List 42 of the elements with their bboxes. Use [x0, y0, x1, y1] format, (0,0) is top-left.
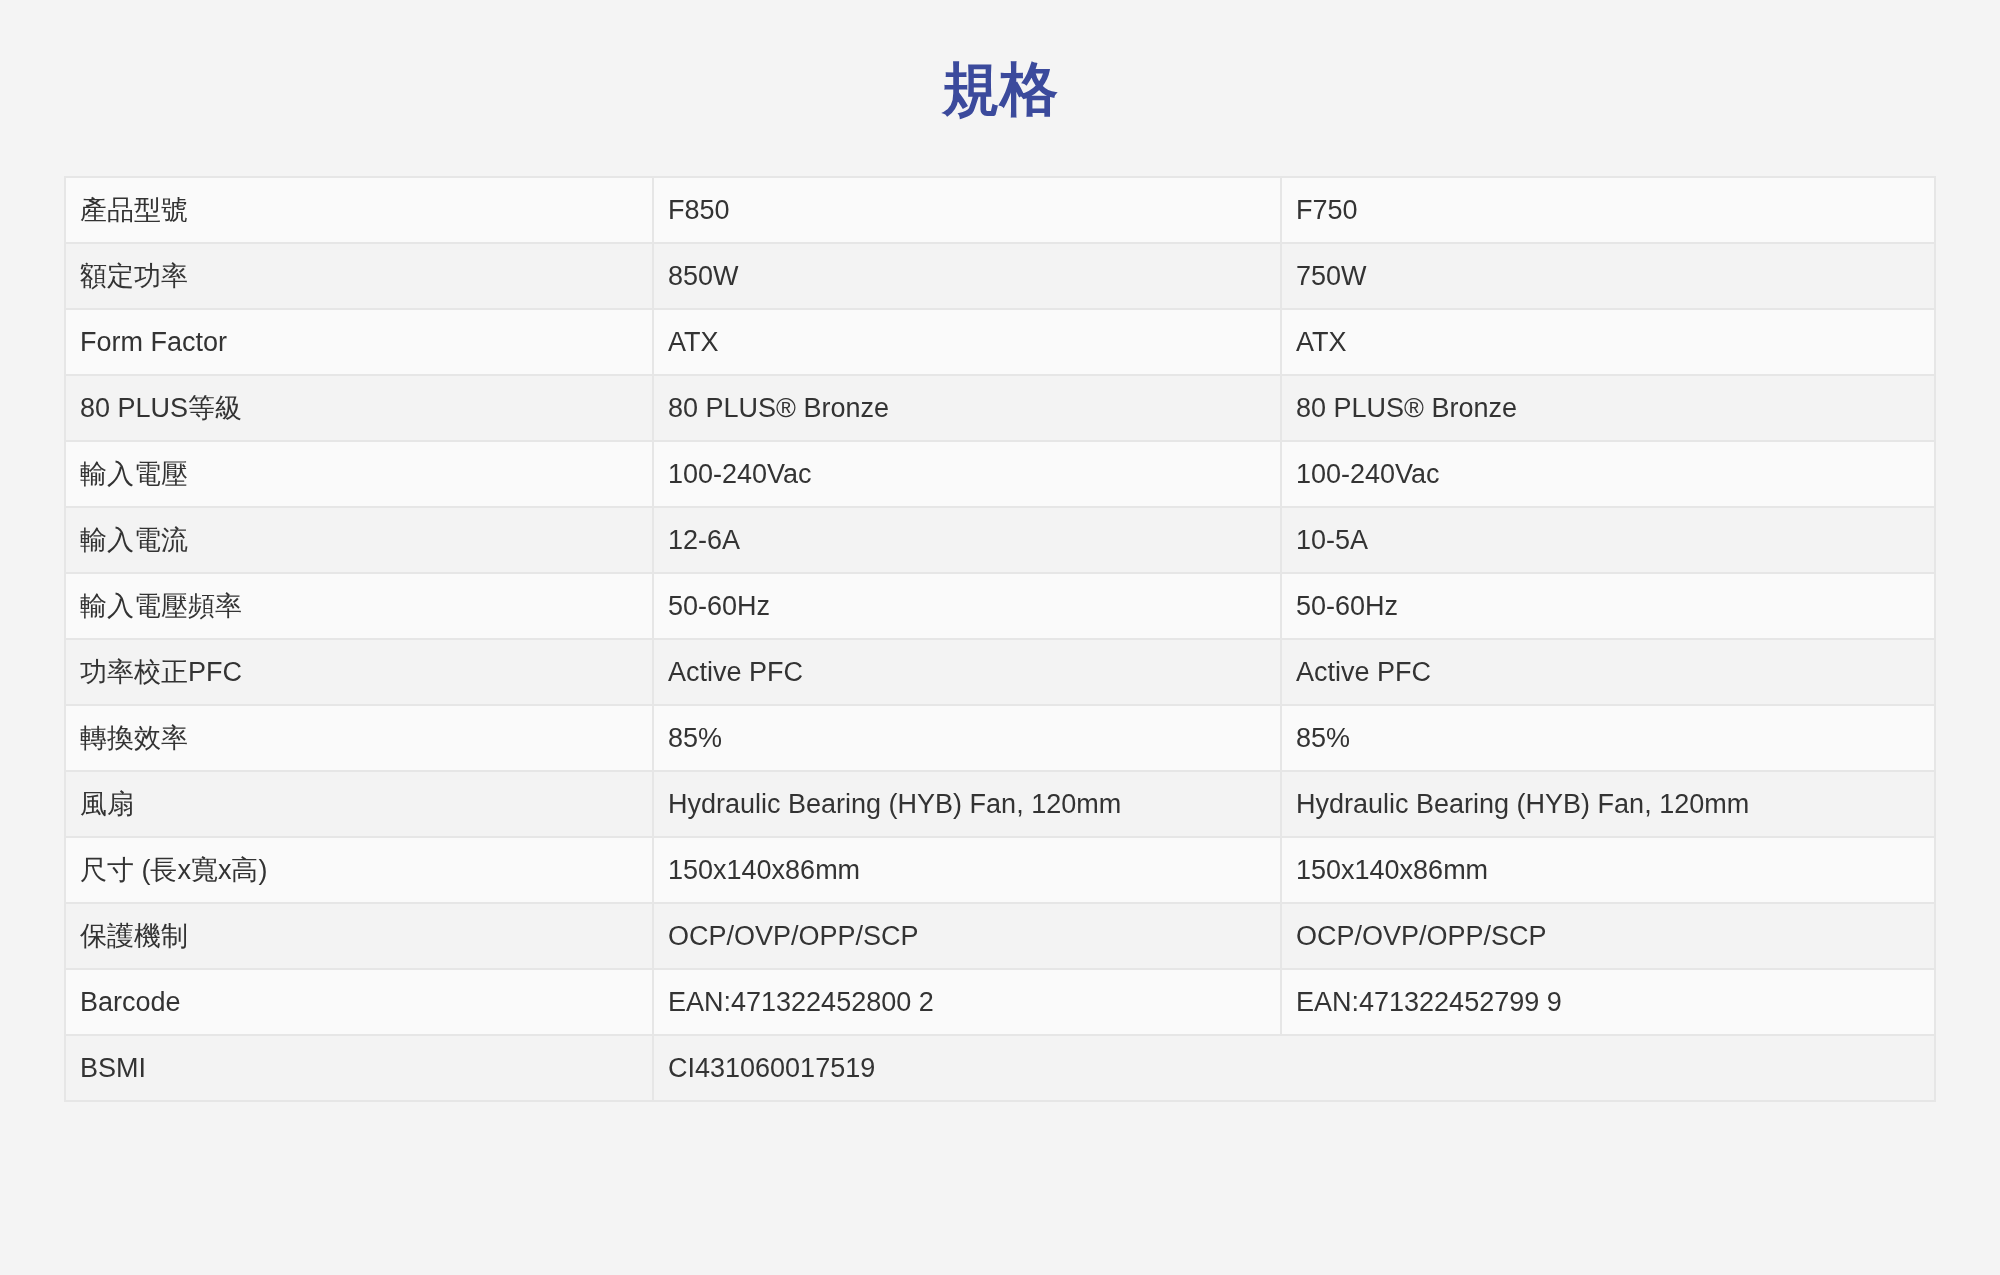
table-cell: 750W	[1281, 243, 1935, 309]
table-cell: Form Factor	[65, 309, 653, 375]
table-cell: 輸入電壓頻率	[65, 573, 653, 639]
table-cell: 850W	[653, 243, 1281, 309]
table-cell: 額定功率	[65, 243, 653, 309]
table-cell: Hydraulic Bearing (HYB) Fan, 120mm	[653, 771, 1281, 837]
table-cell: 50-60Hz	[653, 573, 1281, 639]
table-cell: 功率校正PFC	[65, 639, 653, 705]
section-title: 規格	[941, 54, 1059, 125]
table-cell: OCP/OVP/OPP/SCP	[1281, 903, 1935, 969]
table-cell: 85%	[653, 705, 1281, 771]
table-cell: 100-240Vac	[1281, 441, 1935, 507]
table-cell: 10-5A	[1281, 507, 1935, 573]
table-cell: 50-60Hz	[1281, 573, 1935, 639]
table-cell: OCP/OVP/OPP/SCP	[653, 903, 1281, 969]
table-cell: 轉換效率	[65, 705, 653, 771]
table-cell: 150x140x86mm	[653, 837, 1281, 903]
table-cell: Hydraulic Bearing (HYB) Fan, 120mm	[1281, 771, 1935, 837]
table-cell: 風扇	[65, 771, 653, 837]
table-cell: Active PFC	[1281, 639, 1935, 705]
table-cell: F850	[653, 177, 1281, 243]
table-cell: 尺寸 (長x寬x高)	[65, 837, 653, 903]
table-cell: F750	[1281, 177, 1935, 243]
table-cell: 80 PLUS® Bronze	[1281, 375, 1935, 441]
table-cell: Barcode	[65, 969, 653, 1035]
table-cell: CI431060017519	[653, 1035, 1935, 1101]
table-cell: 保護機制	[65, 903, 653, 969]
table-cell: ATX	[1281, 309, 1935, 375]
table-cell: 輸入電流	[65, 507, 653, 573]
table-cell: 85%	[1281, 705, 1935, 771]
table-cell: 輸入電壓	[65, 441, 653, 507]
table-cell: 100-240Vac	[653, 441, 1281, 507]
table-cell: 80 PLUS等級	[65, 375, 653, 441]
table-cell: EAN:471322452799 9	[1281, 969, 1935, 1035]
table-cell: BSMI	[65, 1035, 653, 1101]
table-cell: 150x140x86mm	[1281, 837, 1935, 903]
table-cell: 產品型號	[65, 177, 653, 243]
table-cell: 12-6A	[653, 507, 1281, 573]
table-cell: ATX	[653, 309, 1281, 375]
table-cell: Active PFC	[653, 639, 1281, 705]
table-cell: EAN:471322452800 2	[653, 969, 1281, 1035]
table-cell: 80 PLUS® Bronze	[653, 375, 1281, 441]
